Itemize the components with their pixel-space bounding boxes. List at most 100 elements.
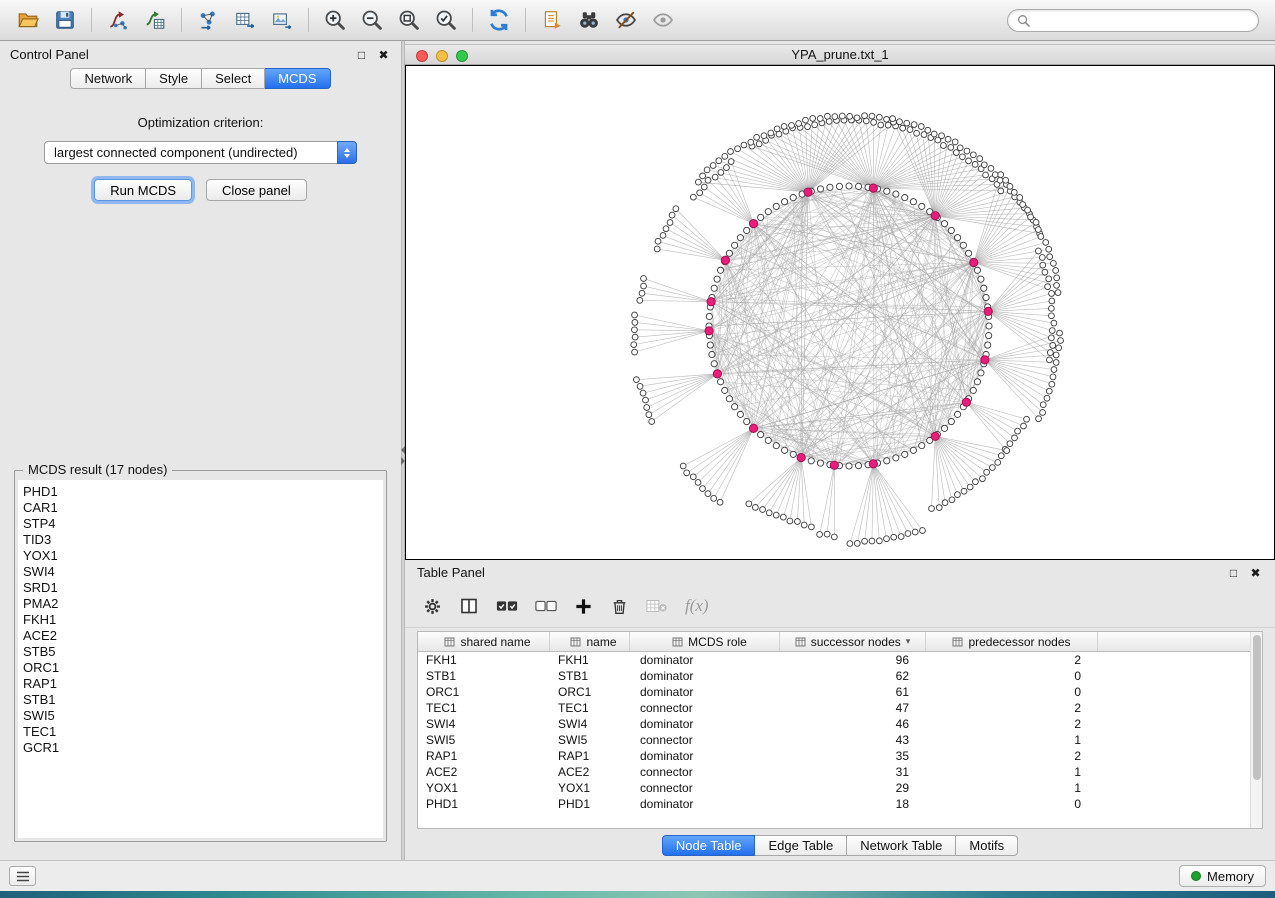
table-row[interactable]: SWI4SWI4dominator462 — [418, 716, 1250, 732]
maximize-window-icon[interactable] — [456, 50, 468, 62]
table-cell: 96 — [780, 653, 926, 667]
zoom-selected-button[interactable] — [428, 4, 464, 36]
mcds-result-item[interactable]: STP4 — [23, 516, 383, 532]
zoom-out-button[interactable] — [354, 4, 390, 36]
minimize-window-icon[interactable] — [436, 50, 448, 62]
mcds-result-item[interactable]: PMA2 — [23, 596, 383, 612]
table-scrollbar[interactable] — [1250, 632, 1262, 828]
mcds-tab-content: Optimization criterion: largest connecte… — [0, 89, 401, 860]
table-row[interactable]: STB1STB1dominator620 — [418, 668, 1250, 684]
export-document-button[interactable] — [534, 4, 570, 36]
table-row[interactable]: FKH1FKH1dominator962 — [418, 652, 1250, 668]
deselect-all-columns-button[interactable] — [535, 598, 557, 614]
table-row[interactable]: SWI5SWI5connector431 — [418, 732, 1250, 748]
import-table-button[interactable] — [137, 4, 173, 36]
close-table-panel-button[interactable]: ✖ — [1248, 565, 1263, 580]
show-column-button[interactable] — [459, 596, 479, 616]
delete-column-button[interactable] — [610, 597, 629, 616]
mcds-result-item[interactable]: RAP1 — [23, 676, 383, 692]
column-type-icon — [952, 637, 963, 647]
table-row[interactable]: YOX1YOX1connector291 — [418, 780, 1250, 796]
mcds-result-item[interactable]: SWI5 — [23, 708, 383, 724]
export-image-button[interactable] — [264, 4, 300, 36]
table-cell: 46 — [780, 717, 926, 731]
mcds-result-item[interactable]: FKH1 — [23, 612, 383, 628]
tab-network[interactable]: Network — [70, 68, 146, 89]
splitter-collapse-buttons[interactable] — [401, 446, 405, 465]
table-cell: dominator — [630, 749, 780, 763]
mcds-result-item[interactable]: SWI4 — [23, 564, 383, 580]
run-mcds-button[interactable]: Run MCDS — [94, 179, 192, 201]
mcds-result-item[interactable]: SRD1 — [23, 580, 383, 596]
mcds-result-item[interactable]: ORC1 — [23, 660, 383, 676]
task-history-button[interactable] — [9, 866, 36, 886]
table-row[interactable]: PHD1PHD1dominator180 — [418, 796, 1250, 812]
table-row[interactable]: ORC1ORC1dominator610 — [418, 684, 1250, 700]
column-header-successor-nodes[interactable]: successor nodes ▾ — [780, 632, 926, 651]
table-cell: dominator — [630, 717, 780, 731]
search-input[interactable] — [1036, 13, 1249, 27]
zoom-fit-button[interactable] — [391, 4, 427, 36]
column-header-name[interactable]: name — [550, 632, 630, 651]
mcds-result-item[interactable]: PHD1 — [23, 484, 383, 500]
new-network-button[interactable] — [190, 4, 226, 36]
open-file-button[interactable] — [10, 4, 46, 36]
table-row[interactable]: RAP1RAP1dominator352 — [418, 748, 1250, 764]
table-cell: dominator — [630, 653, 780, 667]
mcds-result-item[interactable]: STB1 — [23, 692, 383, 708]
mcds-result-item[interactable]: TEC1 — [23, 724, 383, 740]
scrollbar-thumb[interactable] — [1253, 635, 1261, 780]
table-panel-title: Table Panel — [417, 565, 1219, 580]
control-panel-header: Control Panel □ ✖ — [0, 41, 401, 68]
float-table-panel-button[interactable]: □ — [1226, 565, 1241, 580]
zoom-in-button[interactable] — [317, 4, 353, 36]
column-type-icon — [570, 637, 581, 647]
mcds-result-item[interactable]: YOX1 — [23, 548, 383, 564]
table-settings-button[interactable] — [423, 597, 442, 616]
node-table-body[interactable]: FKH1FKH1dominator962STB1STB1dominator620… — [418, 652, 1262, 828]
mcds-result-item[interactable]: CAR1 — [23, 500, 383, 516]
mcds-result-item[interactable]: GCR1 — [23, 740, 383, 756]
tab-edge-table[interactable]: Edge Table — [755, 835, 847, 856]
optimization-criterion-select[interactable]: largest connected component (undirected) — [44, 141, 357, 164]
close-panel-button-mcds[interactable]: Close panel — [206, 179, 307, 201]
mcds-result-item[interactable]: ACE2 — [23, 628, 383, 644]
mcds-result-item[interactable]: STB5 — [23, 644, 383, 660]
create-column-button[interactable] — [574, 597, 593, 616]
mcds-result-list[interactable]: PHD1CAR1STP4TID3YOX1SWI4SRD1PMA2FKH1ACE2… — [18, 480, 383, 838]
close-panel-button[interactable]: ✖ — [376, 47, 391, 62]
save-session-button[interactable] — [47, 4, 83, 36]
network-window-titlebar[interactable]: YPA_prune.txt_1 — [405, 44, 1275, 65]
binoculars-icon — [577, 8, 601, 32]
table-cell: 62 — [780, 669, 926, 683]
import-network-button[interactable] — [100, 4, 136, 36]
network-canvas[interactable] — [405, 65, 1275, 560]
network-graph[interactable] — [406, 66, 1274, 559]
close-window-icon[interactable] — [416, 50, 428, 62]
search-field[interactable] — [1007, 9, 1259, 32]
collapse-left-icon — [401, 446, 405, 454]
tab-motifs[interactable]: Motifs — [956, 835, 1018, 856]
select-all-columns-button[interactable] — [496, 598, 518, 614]
tab-network-table[interactable]: Network Table — [847, 835, 956, 856]
column-header-predecessor-nodes[interactable]: predecessor nodes — [926, 632, 1098, 651]
show-all-button[interactable] — [645, 4, 681, 36]
memory-button[interactable]: Memory — [1179, 865, 1266, 887]
apply-layout-button[interactable] — [481, 4, 517, 36]
optimization-criterion-label: Optimization criterion: — [14, 115, 387, 130]
column-header-shared-name[interactable]: shared name — [418, 632, 550, 651]
column-header-mcds-role[interactable]: MCDS role — [630, 632, 780, 651]
table-row[interactable]: TEC1TEC1connector472 — [418, 700, 1250, 716]
tab-mcds[interactable]: MCDS — [265, 68, 330, 89]
tab-node-table[interactable]: Node Table — [662, 835, 756, 856]
gear-icon — [423, 597, 442, 616]
table-row[interactable]: ACE2ACE2connector311 — [418, 764, 1250, 780]
tab-style[interactable]: Style — [146, 68, 202, 89]
new-table-button[interactable] — [227, 4, 263, 36]
panel-splitter[interactable] — [401, 41, 405, 860]
mcds-result-item[interactable]: TID3 — [23, 532, 383, 548]
tab-select[interactable]: Select — [202, 68, 265, 89]
hide-selected-button[interactable] — [608, 4, 644, 36]
find-button[interactable] — [571, 4, 607, 36]
float-panel-button[interactable]: □ — [354, 47, 369, 62]
